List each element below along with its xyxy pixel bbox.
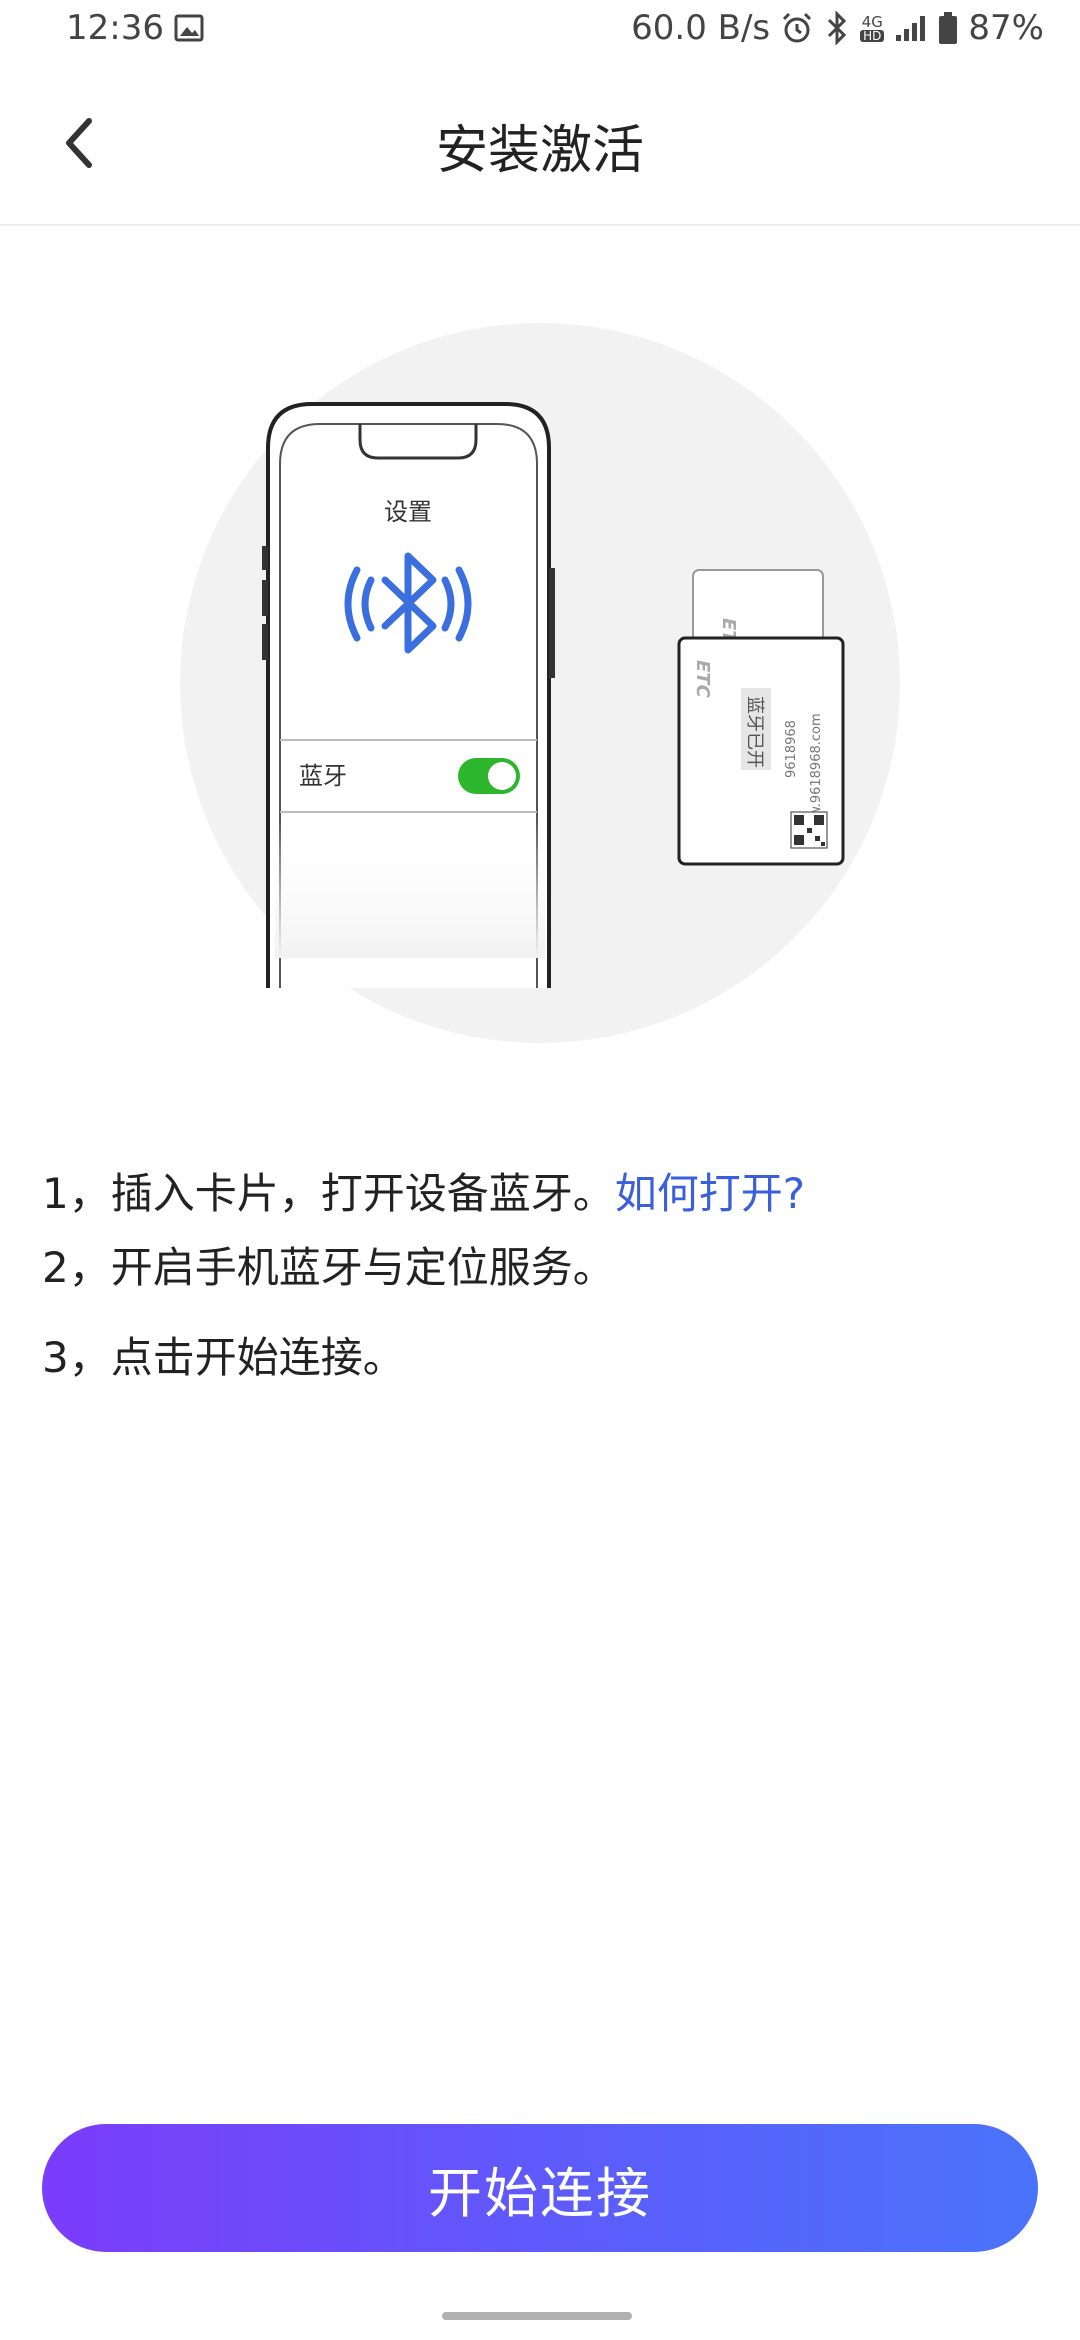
card-status-text: 蓝牙已开: [744, 696, 765, 768]
card-brand: ETC: [692, 660, 713, 699]
net-speed: 60.0 B/s: [631, 8, 771, 48]
alarm-icon: [780, 11, 814, 45]
phone-bluetooth-label: 蓝牙: [299, 762, 347, 790]
phone-settings-title: 设置: [384, 498, 432, 526]
step-1-text: 1，插入卡片，打开设备蓝牙。: [42, 1169, 615, 1218]
bluetooth-icon: [824, 11, 850, 45]
status-bar: 12:36 60.0 B/s 4G HD 87%: [0, 0, 1080, 60]
page-title: 安装激活: [435, 121, 644, 181]
phone-graphic: 设置 蓝牙: [262, 402, 555, 988]
battery-icon: [938, 11, 958, 45]
app-header: 安装激活: [0, 60, 1080, 226]
qr-code-icon: [790, 811, 828, 849]
step-1: 1，插入卡片，打开设备蓝牙。如何打开?: [42, 1160, 805, 1221]
status-icons: 60.0 B/s 4G HD 87%: [631, 8, 1044, 48]
how-to-open-link[interactable]: 如何打开?: [615, 1169, 805, 1218]
step-3: 3，点击开始连接。: [42, 1333, 405, 1382]
home-indicator[interactable]: [442, 2312, 632, 2320]
start-connect-button[interactable]: 开始连接: [42, 2124, 1038, 2252]
card-phone: 9618968: [784, 720, 799, 778]
battery-level: 87%: [968, 8, 1044, 48]
bluetooth-setup-illustration: 设置 蓝牙 ETC ETC 蓝牙已开 9618968 www.9618968.c…: [180, 323, 900, 1043]
signal-icon: [894, 13, 928, 43]
network-4g-icon: 4G HD: [860, 12, 885, 43]
status-time: 12:36: [66, 8, 164, 48]
etc-device-graphic: ETC ETC 蓝牙已开 9618968 www.9618968.com: [677, 569, 845, 866]
step-2: 2，开启手机蓝牙与定位服务。: [42, 1243, 615, 1292]
image-icon: [174, 14, 204, 42]
